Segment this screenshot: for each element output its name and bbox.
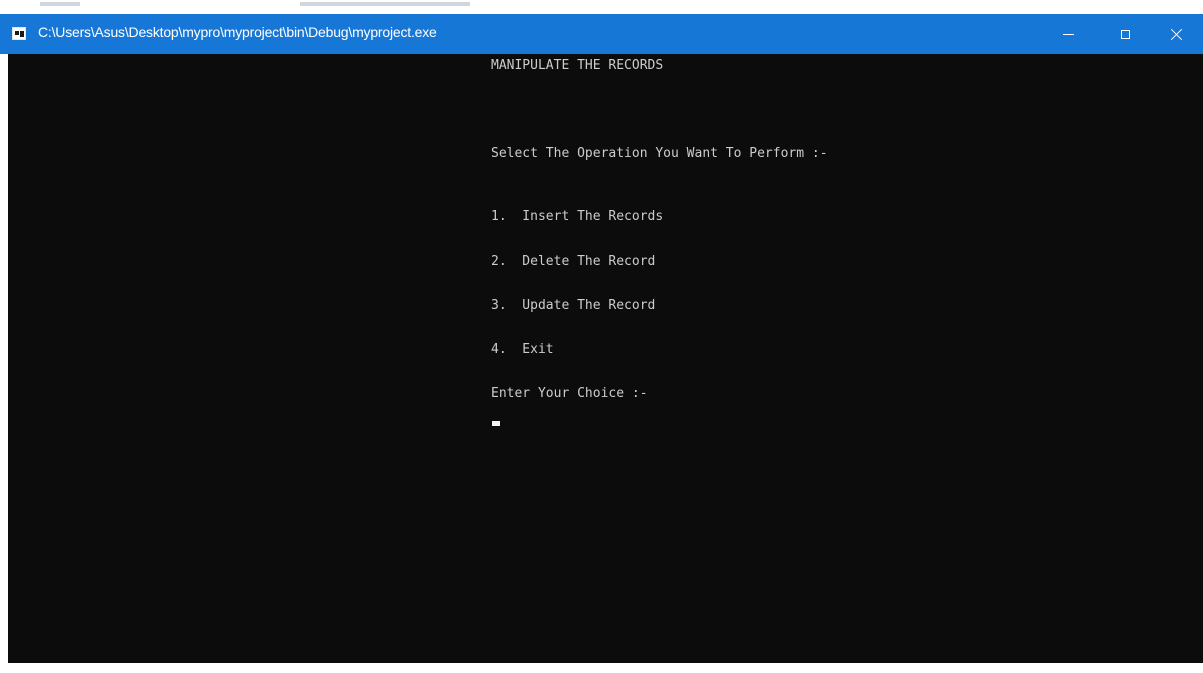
- minimize-button[interactable]: [1040, 14, 1096, 54]
- menu-option-exit: 4. Exit: [491, 342, 554, 357]
- console-app-icon[interactable]: [12, 27, 26, 40]
- top-edge: [0, 0, 1203, 14]
- background-blur-fragment: [40, 2, 80, 6]
- close-button[interactable]: [1150, 14, 1203, 54]
- text-cursor[interactable]: [492, 421, 500, 426]
- menu-option-update: 3. Update The Record: [491, 298, 656, 313]
- bottom-edge: [0, 663, 1203, 673]
- console-window: C:\Users\Asus\Desktop\mypro\myproject\bi…: [0, 0, 1203, 673]
- choice-prompt: Enter Your Choice :-: [491, 386, 648, 401]
- background-blur-fragment: [300, 2, 470, 6]
- menu-option-insert: 1. Insert The Records: [491, 209, 664, 224]
- minimize-icon: [1062, 33, 1074, 35]
- operation-prompt: Select The Operation You Want To Perform…: [491, 146, 828, 161]
- title-bar[interactable]: C:\Users\Asus\Desktop\mypro\myproject\bi…: [0, 14, 1203, 54]
- menu-option-delete: 2. Delete The Record: [491, 254, 656, 269]
- console-heading: MANIPULATE THE RECORDS: [491, 58, 664, 73]
- console-output-area[interactable]: MANIPULATE THE RECORDS Select The Operat…: [8, 54, 1203, 663]
- window-title: C:\Users\Asus\Desktop\mypro\myproject\bi…: [38, 24, 437, 40]
- maximize-button[interactable]: [1097, 14, 1153, 54]
- maximize-icon: [1120, 29, 1130, 39]
- close-icon: [1171, 28, 1183, 40]
